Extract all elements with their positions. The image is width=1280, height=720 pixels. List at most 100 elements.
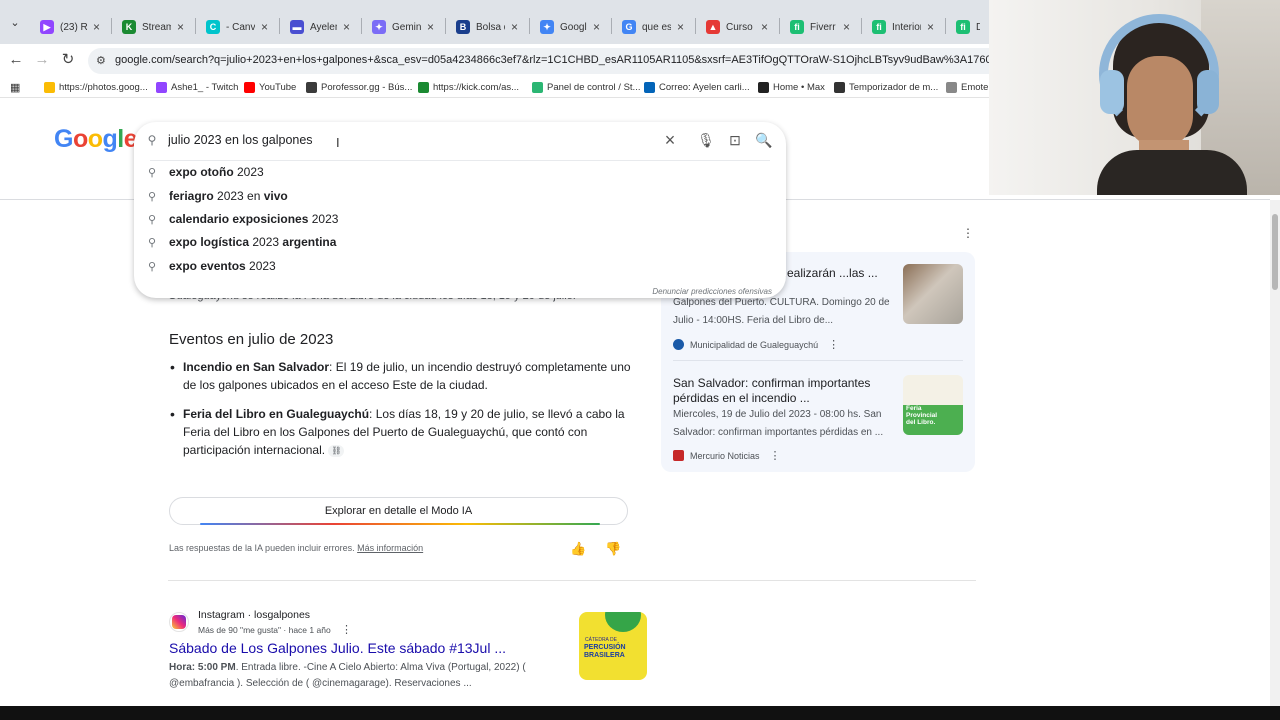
bookmark-label: https://photos.goog... <box>59 81 148 93</box>
card-source[interactable]: Mercurio Noticias ⋮ <box>673 449 781 462</box>
browser-tab[interactable]: fi Fiverr | I × <box>780 10 860 44</box>
taskbar-strip <box>0 706 1280 720</box>
tab-close-icon[interactable]: × <box>593 20 600 34</box>
suggestion-text: vivo <box>263 189 288 203</box>
bookmark-item[interactable]: YouTube <box>244 80 296 94</box>
result-source[interactable]: Instagram · losgalpones <box>198 609 310 621</box>
back-icon[interactable]: ← <box>6 50 26 70</box>
clear-icon[interactable]: × <box>660 130 680 150</box>
tab-close-icon[interactable]: × <box>843 20 850 34</box>
search-suggestion[interactable]: ⚲ calendario exposiciones 2023 <box>144 209 338 229</box>
browser-tab[interactable]: B Bolsa d × <box>446 10 528 44</box>
result-thumbnail[interactable]: CÁTEDRA DE PERCUSIÓN BRASILERA <box>579 612 647 680</box>
tab-close-icon[interactable]: × <box>93 20 100 34</box>
tab-separator <box>779 18 780 34</box>
search-submit-icon[interactable]: 🔍 <box>754 130 774 150</box>
suggestion-text: 2023 <box>245 259 276 273</box>
bookmark-favicon-icon <box>156 81 167 93</box>
card-title[interactable]: San Salvador: confirman importantes pérd… <box>673 376 895 406</box>
tab-close-icon[interactable]: × <box>927 20 934 34</box>
bookmark-item[interactable]: Temporizador de m... <box>834 80 938 94</box>
explore-ai-mode-button[interactable]: Explorar en detalle el Modo IA <box>169 497 628 525</box>
bookmark-item[interactable]: Correo: Ayelen carli... <box>644 80 750 94</box>
bookmark-item[interactable]: Panel de control / St... <box>532 80 640 94</box>
ai-item-title: Feria del Libro en Gualeguaychú <box>183 407 370 421</box>
browser-tab[interactable]: fi Do <box>946 10 990 44</box>
browser-tab[interactable]: C - Canva × <box>196 10 278 44</box>
card-title[interactable]: ...ealizarán ...las ... <box>777 266 897 281</box>
browser-tab[interactable]: ✦ Google × <box>530 10 610 44</box>
google-logo[interactable]: Google <box>54 125 138 154</box>
browser-tab[interactable]: ▬ Ayelen × <box>280 10 360 44</box>
source-menu-icon[interactable]: ⋮ <box>828 338 839 351</box>
source-menu-icon[interactable]: ⋮ <box>770 449 781 462</box>
more-info-link[interactable]: Más información <box>357 543 423 553</box>
browser-tab[interactable]: ▲ Curso S × <box>696 10 778 44</box>
suggestion-search-icon: ⚲ <box>147 213 157 226</box>
card-source[interactable]: Municipalidad de Gualeguaychú ⋮ <box>673 338 839 351</box>
tab-close-icon[interactable]: × <box>511 20 518 34</box>
report-predictions-link[interactable]: Denunciar predicciones ofensivas <box>652 287 772 296</box>
result-menu-icon[interactable]: ⋮ <box>341 624 352 636</box>
citation-link-icon[interactable]: ⛓ <box>328 444 345 457</box>
bookmark-item[interactable]: https://kick.com/as... <box>418 80 519 94</box>
bookmark-label: Emote <box>961 81 989 93</box>
panel-menu-icon[interactable]: ⋮ <box>962 226 974 240</box>
microphone-icon[interactable]: 🎙 <box>696 130 716 150</box>
tab-close-icon[interactable]: × <box>177 20 184 34</box>
tab-close-icon[interactable]: × <box>261 20 268 34</box>
address-bar[interactable]: ⚙ google.com/search?q=julio+2023+en+los+… <box>88 48 1008 74</box>
search-input[interactable] <box>168 130 648 150</box>
tab-close-icon[interactable]: × <box>343 20 350 34</box>
suggestion-text: argentina <box>282 235 337 249</box>
browser-tab[interactable]: ✦ Gemini × <box>362 10 444 44</box>
bookmark-favicon-icon <box>532 81 543 93</box>
bookmark-item[interactable]: Home • Max <box>758 80 825 94</box>
source-logo-icon <box>673 450 684 461</box>
browser-tab[interactable]: Gque es × <box>612 10 694 44</box>
bookmark-item[interactable]: Emote <box>946 80 988 94</box>
bookmark-favicon-icon <box>834 81 845 93</box>
search-suggestion[interactable]: ⚲ expo eventos 2023 <box>144 256 276 276</box>
tab-favicon-icon: fi <box>872 20 886 34</box>
tab-title: - Canva <box>226 21 255 33</box>
browser-tab[interactable]: ▶ (23) Res × <box>30 10 110 44</box>
thumbs-down-icon[interactable]: 👎 <box>605 541 621 557</box>
tab-close-icon[interactable]: × <box>427 20 434 34</box>
reload-icon[interactable]: ↻ <box>58 50 78 70</box>
bookmark-item[interactable]: Ashe1_ - Twitch <box>156 80 238 94</box>
suggestion-text: 2023 <box>233 165 264 179</box>
tab-close-icon[interactable]: × <box>761 20 768 34</box>
result-meta: Más de 90 "me gusta" · hace 1 año ⋮ <box>198 623 352 636</box>
tab-search-chevron-icon[interactable]: ⌄ <box>6 16 24 34</box>
search-suggestion[interactable]: ⚲ expo logística 2023 argentina <box>144 232 336 252</box>
bookmark-item[interactable]: Porofessor.gg - Bús... <box>306 80 412 94</box>
search-suggestion[interactable]: ⚲ expo otoño 2023 <box>144 162 264 182</box>
tab-favicon-icon: fi <box>790 20 804 34</box>
ai-disclaimer-text: Las respuestas de la IA pueden incluir e… <box>169 543 355 553</box>
browser-tab[interactable]: fi Interior × <box>862 10 944 44</box>
browser-tab[interactable]: K Stream × <box>112 10 194 44</box>
search-suggestion[interactable]: ⚲ feriagro 2023 en vivo <box>144 186 288 206</box>
tab-title: (23) Res <box>60 21 87 33</box>
tab-close-icon[interactable]: × <box>677 20 684 34</box>
bookmark-item[interactable]: https://photos.goog... <box>44 80 148 94</box>
url-text[interactable]: google.com/search?q=julio+2023+en+los+ga… <box>115 54 995 66</box>
thumbs-up-icon[interactable]: 👍 <box>570 541 586 557</box>
card-image[interactable]: Feria Provincial del Libro. <box>903 375 963 435</box>
bookmark-favicon-icon <box>418 81 429 93</box>
camera-lens-icon[interactable]: ⊡ <box>725 130 745 150</box>
result-snippet-text: . Entrada libre. -Cine A Cielo Abierto: … <box>235 662 526 673</box>
bookmark-label: Panel de control / St... <box>547 81 641 93</box>
apps-grid-icon[interactable]: ▦ <box>10 80 20 94</box>
tab-separator <box>861 18 862 34</box>
bookmark-label: Correo: Ayelen carli... <box>659 81 750 93</box>
forward-icon[interactable]: → <box>32 50 52 70</box>
card-image[interactable] <box>903 264 963 324</box>
result-title-link[interactable]: Sábado de Los Galpones Julio. Este sábad… <box>169 640 506 656</box>
scrollbar-thumb[interactable] <box>1272 214 1278 290</box>
bookmark-favicon-icon <box>758 81 769 93</box>
tab-title: Stream <box>142 21 171 33</box>
site-info-icon[interactable]: ⚙ <box>96 54 110 68</box>
suggestion-text: 2023 en <box>213 189 264 203</box>
